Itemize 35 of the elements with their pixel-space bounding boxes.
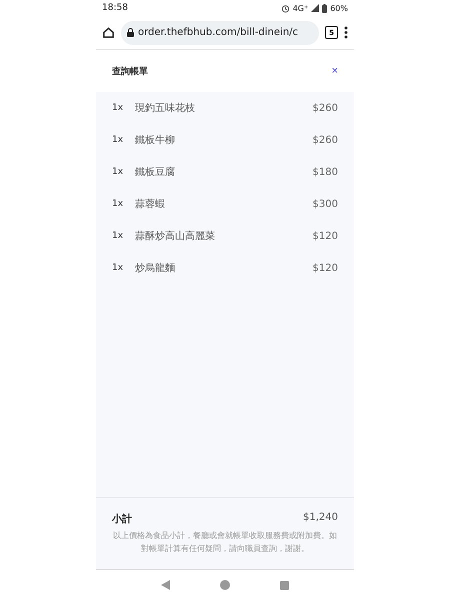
battery-icon [322, 4, 328, 12]
subtotal-amount: $1,240 [303, 512, 338, 525]
item-price: $260 [312, 134, 338, 146]
item-name: 炒烏龍麵 [135, 262, 176, 275]
item-name: 蒜蓉蝦 [135, 198, 166, 211]
recents-icon[interactable] [280, 580, 289, 590]
battery-percent: 60% [330, 4, 348, 12]
item-quantity: 1x [112, 231, 124, 241]
lock-icon [127, 28, 134, 37]
item-quantity: 1x [112, 103, 124, 113]
back-icon[interactable] [161, 580, 170, 590]
item-price: $300 [312, 198, 338, 210]
item-name: 鐵板豆腐 [135, 166, 176, 179]
network-label: 4G⁺ [292, 4, 308, 12]
item-quantity: 1x [112, 263, 124, 273]
alarm-icon [280, 4, 290, 12]
home-icon[interactable] [102, 26, 115, 39]
item-quantity: 1x [112, 135, 124, 145]
signal-icon [311, 4, 320, 12]
item-price: $120 [312, 230, 338, 242]
dialog-title: 查詢帳單 [112, 65, 148, 78]
clock-time: 18:58 [102, 3, 128, 13]
menu-icon[interactable] [344, 26, 348, 39]
item-price: $120 [312, 262, 338, 274]
item-quantity: 1x [112, 199, 124, 209]
item-price: $260 [312, 102, 338, 114]
address-bar[interactable]: order.thefbhub.com/bill-dinein/c [121, 20, 319, 44]
subtotal-note: 以上價格為食品小計，餐廳或會就帳單收取服務費或附加費。如對帳單計算有任何疑問，請向職員查詢，謝謝。 [112, 530, 338, 555]
item-name: 現釣五味花枝 [135, 102, 196, 115]
item-name: 鐵板牛柳 [135, 134, 176, 147]
item-quantity: 1x [112, 167, 124, 177]
item-price: $180 [312, 166, 338, 178]
subtotal-label: 小計 [112, 512, 132, 526]
close-button[interactable]: × [332, 65, 338, 77]
item-name: 蒜酥炒高山高麗菜 [135, 230, 216, 243]
